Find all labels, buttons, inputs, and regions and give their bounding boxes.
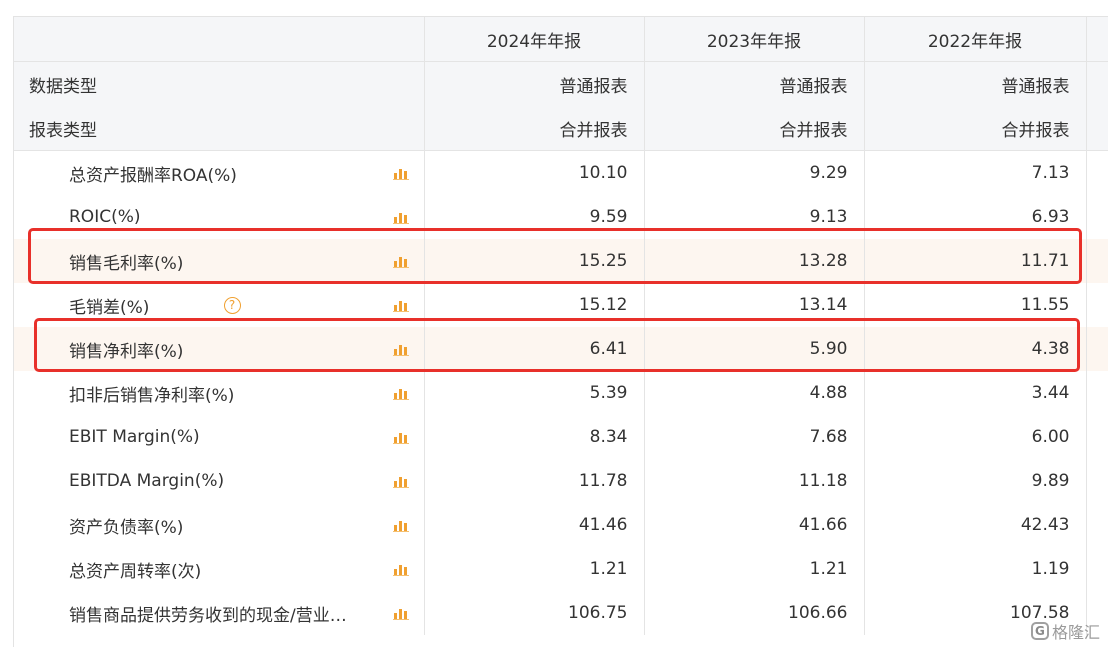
row-label: 总资产报酬率ROA(%): [69, 165, 237, 186]
row-value: 106.75: [423, 591, 644, 635]
row-edge: [1085, 547, 1108, 591]
row-edge: [1085, 459, 1108, 503]
bar-chart-icon[interactable]: [393, 562, 409, 576]
meta-row: 数据类型 普通报表 普通报表 普通报表: [14, 61, 1108, 106]
row-label: EBIT Margin(%): [69, 427, 200, 447]
row-value: 11.18: [643, 459, 864, 503]
row-value: 41.66: [643, 503, 864, 547]
meta-row: 报表类型 合并报表 合并报表 合并报表: [14, 106, 1108, 151]
row-edge: [1085, 283, 1108, 327]
header-col-2023[interactable]: 2023年年报: [643, 17, 864, 62]
table-row[interactable]: 资产负债率(%) 41.46 41.66 42.43: [14, 503, 1108, 547]
header-col-2024[interactable]: 2024年年报: [423, 17, 644, 62]
watermark: G 格隆汇: [1030, 619, 1100, 643]
row-value: 9.29: [643, 150, 864, 195]
watermark-text: 格隆汇: [1051, 623, 1100, 642]
row-label-cell: EBITDA Margin(%): [14, 459, 424, 503]
row-value: 6.00: [863, 415, 1086, 459]
header-next-col-edge: [1085, 17, 1108, 62]
bar-chart-icon[interactable]: [393, 298, 409, 312]
bar-chart-icon[interactable]: [393, 386, 409, 400]
bar-chart-icon[interactable]: [393, 166, 409, 180]
row-label: 资产负债率(%): [69, 517, 184, 538]
table-row[interactable]: EBITDA Margin(%) 11.78 11.18 9.89: [14, 459, 1108, 503]
row-edge: [1085, 327, 1108, 371]
row-value: 41.46: [423, 503, 644, 547]
row-value: 1.19: [863, 547, 1086, 591]
meta-row-value: 普通报表: [643, 61, 864, 106]
header-col-2022[interactable]: 2022年年报: [863, 17, 1086, 62]
row-value: 4.88: [643, 371, 864, 415]
row-edge: [1085, 239, 1108, 283]
watermark-logo-icon: G: [1030, 622, 1049, 640]
table-header-row: 2024年年报 2023年年报 2022年年报: [14, 17, 1108, 62]
meta-row-value: 合并报表: [423, 106, 644, 151]
row-value: 3.44: [863, 371, 1086, 415]
row-label-cell: EBIT Margin(%): [14, 415, 424, 459]
meta-row-edge: [1085, 61, 1108, 106]
row-label: 销售商品提供劳务收到的现金/营业…: [69, 605, 347, 626]
row-label-cell: 总资产报酬率ROA(%): [14, 151, 424, 196]
row-label: 扣非后销售净利率(%): [69, 385, 235, 406]
table-row[interactable]: 扣非后销售净利率(%) 5.39 4.88 3.44: [14, 371, 1108, 415]
table-row[interactable]: EBIT Margin(%) 8.34 7.68 6.00: [14, 415, 1108, 459]
row-edge: [1085, 150, 1108, 195]
row-label: 总资产周转率(次): [69, 561, 202, 582]
table-row[interactable]: 销售商品提供劳务收到的现金/营业… 106.75 106.66 107.58: [14, 591, 1108, 635]
meta-row-edge: [1085, 106, 1108, 151]
meta-row-label: 报表类型: [14, 106, 424, 151]
row-label-cell: 销售商品提供劳务收到的现金/营业…: [14, 591, 424, 635]
bar-chart-icon[interactable]: [393, 474, 409, 488]
row-edge: [1085, 371, 1108, 415]
row-label: EBITDA Margin(%): [69, 471, 225, 491]
row-label-cell: 扣非后销售净利率(%): [14, 371, 424, 415]
row-value: 42.43: [863, 503, 1086, 547]
row-value: 1.21: [423, 547, 644, 591]
meta-row-label: 数据类型: [14, 61, 424, 106]
row-value: 5.39: [423, 371, 644, 415]
table-row[interactable]: 总资产报酬率ROA(%) 10.10 9.29 7.13: [14, 150, 1108, 196]
meta-row-value: 普通报表: [423, 61, 644, 106]
row-value: 106.66: [643, 591, 864, 635]
row-edge: [1085, 415, 1108, 459]
bar-chart-icon[interactable]: [393, 606, 409, 620]
bar-chart-icon[interactable]: [393, 430, 409, 444]
meta-row-value: 普通报表: [863, 61, 1086, 106]
row-value: 9.89: [863, 459, 1086, 503]
meta-row-value: 合并报表: [643, 106, 864, 151]
bar-chart-icon[interactable]: [393, 518, 409, 532]
row-value: 10.10: [423, 150, 644, 195]
highlight-box-gross-margin: [28, 228, 1082, 284]
row-value: 7.13: [863, 150, 1086, 195]
table-row[interactable]: 总资产周转率(次) 1.21 1.21 1.19: [14, 547, 1108, 591]
row-edge: [1085, 503, 1108, 547]
row-label-cell: 资产负债率(%): [14, 503, 424, 547]
bar-chart-icon[interactable]: [393, 210, 409, 224]
row-value: 1.21: [643, 547, 864, 591]
row-edge: [1085, 195, 1108, 239]
row-label-cell: 总资产周转率(次): [14, 547, 424, 591]
row-label: ROIC(%): [69, 207, 141, 227]
highlight-box-net-margin: [34, 318, 1080, 372]
row-label: 毛销差(%): [69, 297, 150, 318]
help-icon[interactable]: ?: [223, 296, 241, 314]
meta-row-value: 合并报表: [863, 106, 1086, 151]
row-value: 8.34: [423, 415, 644, 459]
row-value: 11.78: [423, 459, 644, 503]
header-corner-cell: [14, 17, 424, 62]
row-value: 7.68: [643, 415, 864, 459]
